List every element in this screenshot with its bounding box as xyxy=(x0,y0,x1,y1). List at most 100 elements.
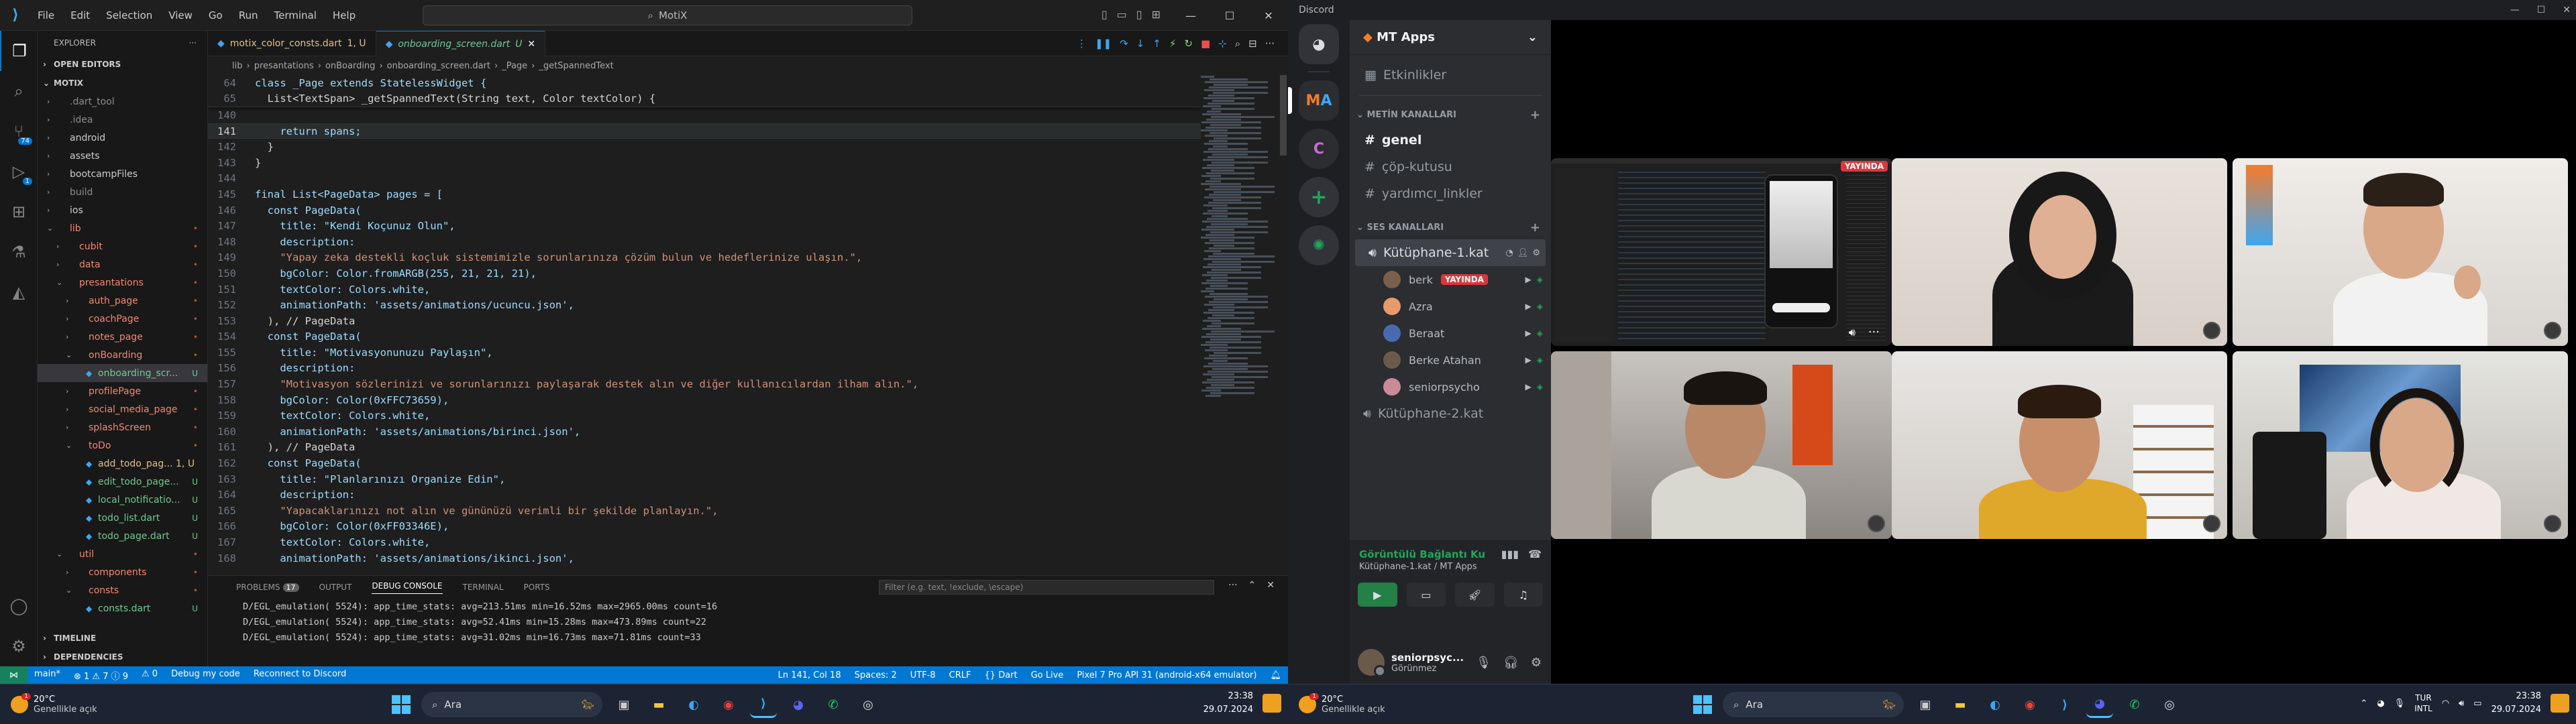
voice-channel-1[interactable]: 🔊︎ Kütüphane-1.kat ◔ 👤︎ ⚙ xyxy=(1355,239,1546,266)
tab-onboarding-screen[interactable]: ◆ onboarding_screen.dart U ✕ xyxy=(376,31,546,56)
menu-item-file[interactable]: File xyxy=(31,7,61,24)
tree-folder[interactable]: ⌄ presantations • xyxy=(38,274,207,292)
video-tile-participant-2[interactable] xyxy=(1892,158,2227,346)
tab-terminal[interactable]: TERMINAL xyxy=(463,583,504,592)
step-over-icon[interactable]: ↷ xyxy=(1120,38,1128,50)
settings-gear-icon[interactable]: ⚙ xyxy=(1532,248,1540,258)
close-panel-icon[interactable]: ✕ xyxy=(1267,580,1275,591)
tree-folder[interactable]: ⌄ lib • xyxy=(38,219,207,237)
events-item[interactable]: ▦ Etkinlikler xyxy=(1350,62,1551,88)
direct-messages-icon[interactable]: ◕ xyxy=(1299,24,1339,64)
status-item-left[interactable]: Debug my code xyxy=(164,669,247,682)
text-channel-2[interactable]: # yardımcı_linkler xyxy=(1350,180,1551,207)
toggle-panel-icon[interactable]: ▭ xyxy=(1117,8,1127,21)
camera-button[interactable]: ▶︎ xyxy=(1358,583,1397,607)
tab-motix-color-consts[interactable]: ◆ motix_color_consts.dart 1, U xyxy=(208,31,376,56)
microphone-icon[interactable]: 🎙︎ xyxy=(1476,656,1491,670)
menu-item-edit[interactable]: Edit xyxy=(64,7,97,24)
voice-category[interactable]: ⌄ SES KANALLARI + xyxy=(1350,215,1551,239)
chat-icon[interactable]: ◔ xyxy=(1505,248,1513,258)
menu-item-view[interactable]: View xyxy=(162,7,199,24)
add-channel-icon[interactable]: + xyxy=(1530,221,1540,235)
chrome-icon[interactable]: ◉ xyxy=(715,691,742,718)
tree-folder[interactable]: › ios xyxy=(38,201,207,219)
video-tile-participant-5[interactable] xyxy=(1892,351,2227,539)
tree-folder[interactable]: › android xyxy=(38,129,207,147)
invite-icon[interactable]: 👤︎ xyxy=(1517,248,1529,258)
activities-button[interactable]: 🚀︎ xyxy=(1455,583,1495,607)
search-view-icon[interactable]: ⌕ xyxy=(0,71,38,111)
breadcrumb-item[interactable]: _Page xyxy=(502,61,527,71)
volume-icon[interactable]: 🔊︎ xyxy=(2459,699,2464,709)
tree-folder[interactable]: › splashScreen • xyxy=(38,418,207,436)
text-channel-1[interactable]: # çöp-kutusu xyxy=(1350,154,1551,180)
remote-indicator-icon[interactable]: ⋈ xyxy=(0,666,28,684)
step-into-icon[interactable]: ↓ xyxy=(1136,38,1145,50)
timeline-section[interactable]: › TIMELINE xyxy=(38,629,207,648)
tree-folder[interactable]: › cubit • xyxy=(38,237,207,255)
step-out-icon[interactable]: ↑ xyxy=(1152,38,1161,50)
video-tile-participant-3[interactable] xyxy=(2233,158,2568,346)
file-explorer-icon[interactable]: ▬ xyxy=(1947,691,1974,718)
minimize-icon[interactable]: — xyxy=(1171,0,1210,31)
minimize-icon[interactable]: — xyxy=(2510,5,2520,15)
open-editors-section[interactable]: › OPEN EDITORS xyxy=(38,55,207,74)
app-icon[interactable]: ◎ xyxy=(2156,691,2183,718)
status-item-left[interactable]: Reconnect to Discord xyxy=(247,669,353,682)
clock[interactable]: 23:38 29.07.2024 xyxy=(2491,690,2541,717)
text-category[interactable]: ⌄ METİN KANALLARI + xyxy=(1350,103,1551,127)
taskbar-search[interactable]: ⌕ Ara 🐆︎ xyxy=(1723,692,1904,717)
status-item-left[interactable]: main* xyxy=(28,669,67,682)
taskbar-search[interactable]: ⌕ Ara 🐆︎ xyxy=(421,692,602,717)
tree-folder[interactable]: › social_media_page • xyxy=(38,400,207,418)
extensions-icon[interactable]: ⊞ xyxy=(0,192,38,232)
close-icon[interactable]: ✕ xyxy=(2563,5,2571,15)
tree-file[interactable]: ◆ todo_page.dart U xyxy=(38,527,207,545)
breadcrumb-item[interactable]: lib xyxy=(232,61,242,71)
close-icon[interactable]: ✕ xyxy=(1249,0,1288,31)
search-file-icon[interactable]: ⌕ xyxy=(1235,38,1240,50)
tree-file[interactable]: ◆ edit_todo_page... U xyxy=(38,473,207,491)
explorer-icon[interactable]: ❐ xyxy=(0,31,38,71)
close-tab-icon[interactable]: ✕ xyxy=(527,39,535,50)
tab-problems[interactable]: PROBLEMS 17 xyxy=(236,583,299,592)
menu-item-selection[interactable]: Selection xyxy=(99,7,159,24)
tree-folder[interactable]: › data • xyxy=(38,255,207,274)
tree-folder[interactable]: › components • xyxy=(38,563,207,581)
account-icon[interactable]: ◯ xyxy=(0,586,38,626)
notification-icon[interactable] xyxy=(2551,694,2569,713)
add-channel-icon[interactable]: + xyxy=(1530,108,1540,122)
voice-user[interactable]: seniorpsycho ▶︎ ◈ xyxy=(1350,373,1551,400)
tab-output[interactable]: OUTPUT xyxy=(319,583,352,592)
clock[interactable]: 23:38 29.07.2024 xyxy=(1203,690,1253,717)
status-item-right[interactable]: CRLF xyxy=(943,670,978,680)
maximize-panel-icon[interactable]: ⌃ xyxy=(1248,580,1256,591)
tree-file[interactable]: ◆ todo_list.dart U xyxy=(38,509,207,527)
stop-icon[interactable]: ■ xyxy=(1201,38,1210,50)
server-header[interactable]: ◆ MT Apps ⌄ xyxy=(1350,20,1551,55)
task-view-icon[interactable]: ▣ xyxy=(1912,691,1939,718)
tree-folder[interactable]: › .dart_tool xyxy=(38,93,207,111)
source-control-icon[interactable]: ⑂ 74 xyxy=(0,111,38,152)
tray-app-icon[interactable]: ◕ xyxy=(2377,699,2384,709)
language-indicator[interactable]: TUR INTL xyxy=(2414,692,2432,714)
menu-item-run[interactable]: Run xyxy=(232,7,265,24)
explore-servers-icon[interactable]: ✺ xyxy=(1299,225,1339,265)
status-item-right[interactable]: UTF-8 xyxy=(904,670,943,680)
devtools-icon[interactable]: ⊹ xyxy=(1218,38,1227,50)
file-explorer-icon[interactable]: ▬ xyxy=(645,691,672,718)
app-icon[interactable]: ◎ xyxy=(855,691,881,718)
split-editor-icon[interactable]: ⊟ xyxy=(1248,38,1257,50)
breadcrumb-item[interactable]: onboarding_screen.dart xyxy=(387,61,490,71)
toggle-secondary-sidebar-icon[interactable]: ▯ xyxy=(1136,8,1142,21)
windows-start-icon[interactable] xyxy=(389,692,413,717)
tree-folder[interactable]: › bootcampFiles xyxy=(38,165,207,183)
tray-chevron-icon[interactable]: ⌃ xyxy=(2360,699,2367,709)
maximize-icon[interactable]: ☐ xyxy=(2537,5,2546,15)
tree-folder[interactable]: ⌄ util • xyxy=(38,545,207,563)
discord-taskbar-icon[interactable]: ◕ xyxy=(2086,691,2113,718)
menu-item-help[interactable]: Help xyxy=(326,7,362,24)
tree-file[interactable]: ◆ local_notificatio... U xyxy=(38,491,207,509)
voice-channel-2[interactable]: 🔊︎ Kütüphane-2.kat xyxy=(1350,400,1551,427)
tree-folder[interactable]: › .idea xyxy=(38,111,207,129)
